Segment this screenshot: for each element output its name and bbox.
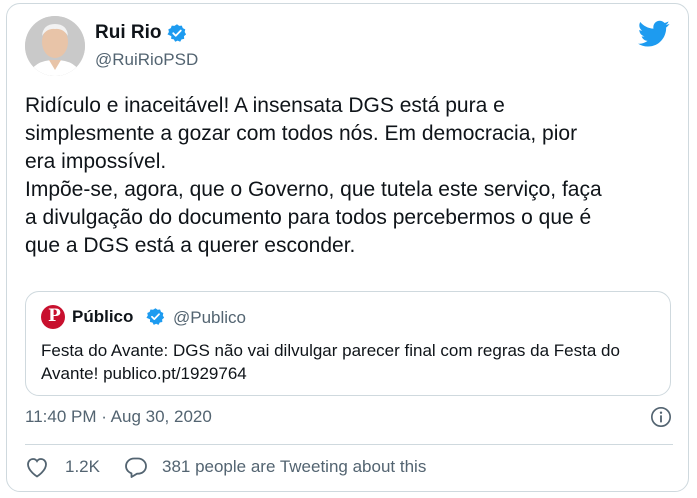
timestamp[interactable]: 11:40 PM · Aug 30, 2020	[25, 407, 212, 427]
publico-logo: P	[41, 305, 65, 329]
tweet-card: Rui Rio @RuiRioPSD Ridículo e inaceitáve…	[6, 3, 689, 492]
quoted-text: Festa do Avante: DGS não vai dilvulgar p…	[41, 341, 620, 383]
avatar[interactable]	[25, 16, 85, 76]
twitter-bird-icon[interactable]	[638, 20, 670, 48]
quoted-display-name[interactable]: Público	[72, 307, 133, 327]
heart-icon[interactable]	[25, 456, 49, 478]
handle[interactable]: @RuiRioPSD	[95, 50, 198, 70]
speech-bubble-icon[interactable]	[124, 456, 148, 478]
quoted-tweet[interactable]: P Público @Publico Festa do Avante: DGS …	[25, 291, 671, 396]
like-count[interactable]: 1.2K	[65, 457, 100, 477]
talking-about-link[interactable]: 381 people are Tweeting about this	[162, 457, 426, 477]
verified-badge-icon	[167, 24, 186, 42]
info-icon[interactable]	[650, 406, 672, 428]
divider	[25, 444, 673, 445]
quoted-handle[interactable]: @Publico	[173, 308, 246, 328]
tweet-text: Ridículo e inaceitável! A insensata DGS …	[25, 94, 602, 257]
display-name[interactable]: Rui Rio	[95, 22, 162, 44]
logo-letter: P	[48, 306, 61, 326]
verified-badge-icon	[146, 308, 165, 325]
